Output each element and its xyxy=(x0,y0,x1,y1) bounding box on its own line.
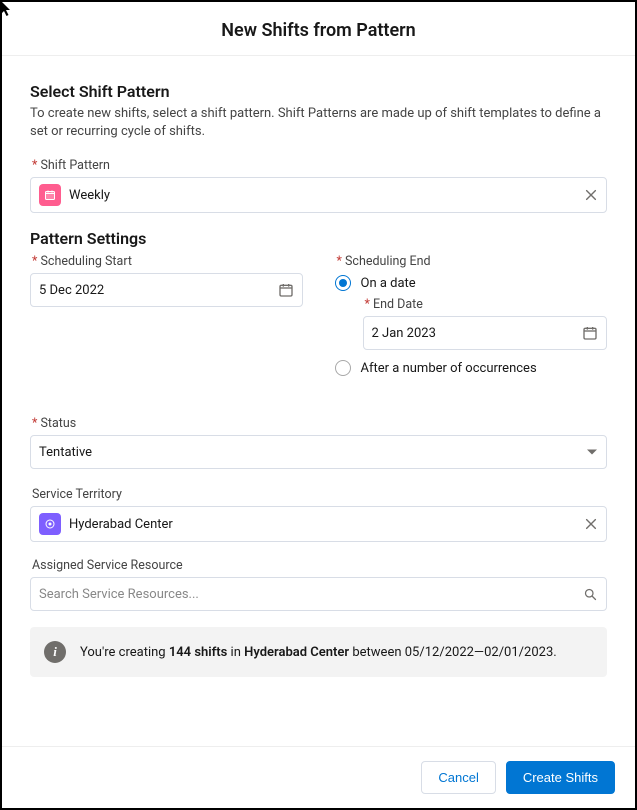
radio-on-a-date-icon xyxy=(335,275,351,291)
create-shifts-button[interactable]: Create Shifts xyxy=(506,761,615,794)
cancel-button[interactable]: Cancel xyxy=(421,761,495,794)
radio-after-occurrences[interactable]: After a number of occurrences xyxy=(335,360,608,376)
radio-on-a-date[interactable]: On a date xyxy=(335,275,608,291)
chevron-down-icon xyxy=(586,446,598,458)
info-text: You're creating 144 shifts in Hyderabad … xyxy=(80,645,557,660)
assigned-resource-label: Assigned Service Resource xyxy=(32,558,607,573)
scheduling-end-label: Scheduling End xyxy=(337,254,608,269)
scheduling-start-label: Scheduling Start xyxy=(32,254,303,269)
section-pattern-settings-title: Pattern Settings xyxy=(30,229,607,248)
shift-pattern-label: Shift Pattern xyxy=(32,158,607,173)
end-date-value: 2 Jan 2023 xyxy=(372,326,583,341)
end-date-input[interactable]: 2 Jan 2023 xyxy=(363,316,608,350)
assigned-resource-search[interactable]: Search Service Resources... xyxy=(30,577,607,611)
shift-pattern-field: Shift Pattern Weekly xyxy=(30,158,607,213)
radio-after-occurrences-icon xyxy=(335,360,351,376)
end-date-label: End Date xyxy=(365,297,608,312)
section-select-pattern-helper: To create new shifts, select a shift pat… xyxy=(30,105,607,140)
status-select[interactable]: Tentative xyxy=(30,435,607,469)
territory-icon xyxy=(39,513,61,535)
calendar-icon xyxy=(39,184,61,206)
modal-title: New Shifts from Pattern xyxy=(2,2,635,56)
search-icon xyxy=(583,587,598,602)
modal-footer: Cancel Create Shifts xyxy=(2,746,635,808)
assigned-resource-placeholder: Search Service Resources... xyxy=(39,587,583,602)
service-territory-value: Hyderabad Center xyxy=(69,517,584,532)
info-icon: i xyxy=(44,641,66,663)
scheduling-start-input[interactable]: 5 Dec 2022 xyxy=(30,273,303,307)
section-select-pattern-title: Select Shift Pattern xyxy=(30,82,607,101)
shift-pattern-input[interactable]: Weekly xyxy=(30,177,607,213)
scheduling-start-value: 5 Dec 2022 xyxy=(39,283,278,298)
status-value: Tentative xyxy=(39,445,586,460)
calendar-picker-icon[interactable] xyxy=(582,325,598,341)
calendar-picker-icon[interactable] xyxy=(278,282,294,298)
shift-pattern-value: Weekly xyxy=(69,188,584,203)
clear-territory-icon[interactable] xyxy=(584,517,598,531)
info-banner: i You're creating 144 shifts in Hyderaba… xyxy=(30,627,607,677)
status-label: Status xyxy=(32,416,607,431)
service-territory-input[interactable]: Hyderabad Center xyxy=(30,506,607,542)
clear-shift-pattern-icon[interactable] xyxy=(584,188,598,202)
modal-body: Select Shift Pattern To create new shift… xyxy=(2,56,635,746)
radio-on-a-date-label: On a date xyxy=(361,276,416,291)
radio-after-occurrences-label: After a number of occurrences xyxy=(361,361,537,376)
service-territory-label: Service Territory xyxy=(32,487,607,502)
